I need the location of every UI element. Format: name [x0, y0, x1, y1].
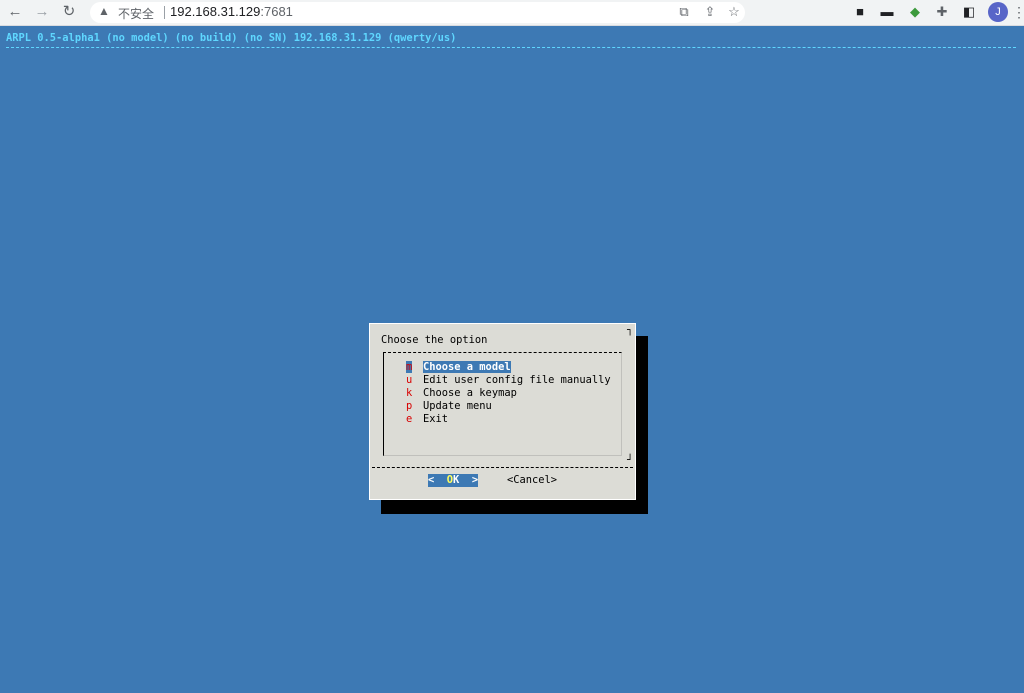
bookmark-star-icon[interactable]: ☆: [725, 4, 743, 20]
puzzle-piece-icon[interactable]: ✚: [933, 3, 951, 21]
menu-list: m Choose a model u Edit user config file…: [383, 352, 622, 456]
menu-item-label: Choose a keymap: [423, 387, 517, 399]
url-port: :7681: [260, 4, 293, 19]
profile-avatar[interactable]: J: [988, 2, 1008, 22]
reload-icon[interactable]: ↻: [60, 3, 78, 21]
dialog-title: Choose the option: [381, 334, 488, 346]
menu-item-choose-model[interactable]: m Choose a model: [406, 361, 511, 374]
terminal-extension-icon[interactable]: ▬: [878, 3, 896, 21]
browser-toolbar: ← → ↻ ▲ 不安全 192.168.31.129:7681 ⧉ ⇪ ☆ ■ …: [0, 0, 1024, 26]
cancel-button[interactable]: <Cancel>: [507, 474, 557, 487]
menu-item-label: Edit user config file manually: [423, 374, 611, 386]
menu-item-label: Exit: [423, 413, 449, 425]
side-panel-icon[interactable]: ◧: [960, 3, 978, 21]
menu-item-choose-keymap[interactable]: k Choose a keymap: [406, 387, 517, 400]
ok-button-rest: K >: [453, 474, 479, 486]
security-label[interactable]: 不安全: [118, 5, 154, 22]
menu-dialog: Choose the option ┐ ┘ m Choose a model u…: [369, 323, 636, 500]
menu-item-tag: k: [406, 387, 413, 399]
forward-arrow-icon[interactable]: →: [33, 3, 51, 21]
omnibox-divider: [164, 6, 165, 19]
kebab-menu-icon[interactable]: ⋮: [1012, 3, 1024, 21]
back-arrow-icon[interactable]: ←: [6, 3, 24, 21]
share-icon[interactable]: ⇪: [701, 4, 719, 20]
url-host: 192.168.31.129: [170, 4, 261, 19]
dialog-scroll-bottom-icon: ┘: [626, 455, 633, 466]
address-bar[interactable]: ▲ 不安全 192.168.31.129:7681 ⧉ ⇪ ☆: [90, 2, 745, 23]
menu-item-exit[interactable]: e Exit: [406, 413, 456, 426]
menu-item-update-menu[interactable]: p Update menu: [406, 400, 492, 413]
ok-button[interactable]: < OK >: [428, 474, 479, 487]
menu-item-tag: m: [406, 361, 413, 373]
dialog-scroll-top-icon: ┐: [626, 325, 633, 336]
menu-item-tag: e: [406, 413, 413, 425]
url-text[interactable]: 192.168.31.129:7681: [170, 4, 293, 19]
backtitle-underline: [6, 47, 1016, 48]
menu-item-label: Choose a model: [423, 361, 511, 373]
dialog-button-separator: [372, 467, 633, 468]
terminal-screen[interactable]: ARPL 0.5-alpha1 (no model) (no build) (n…: [0, 26, 1024, 693]
ok-button-prefix: <: [428, 474, 447, 486]
extension-icon[interactable]: ■: [851, 3, 869, 21]
backtitle: ARPL 0.5-alpha1 (no model) (no build) (n…: [6, 32, 457, 44]
menu-item-edit-user-config[interactable]: u Edit user config file manually: [406, 374, 611, 387]
warning-triangle-icon[interactable]: ▲: [98, 4, 110, 18]
colorful-extension-icon[interactable]: ◆: [906, 3, 924, 21]
menu-item-label: Update menu: [423, 400, 492, 412]
menu-item-tag: p: [406, 400, 413, 412]
menu-item-tag: u: [406, 374, 413, 386]
translate-icon[interactable]: ⧉: [675, 4, 693, 20]
